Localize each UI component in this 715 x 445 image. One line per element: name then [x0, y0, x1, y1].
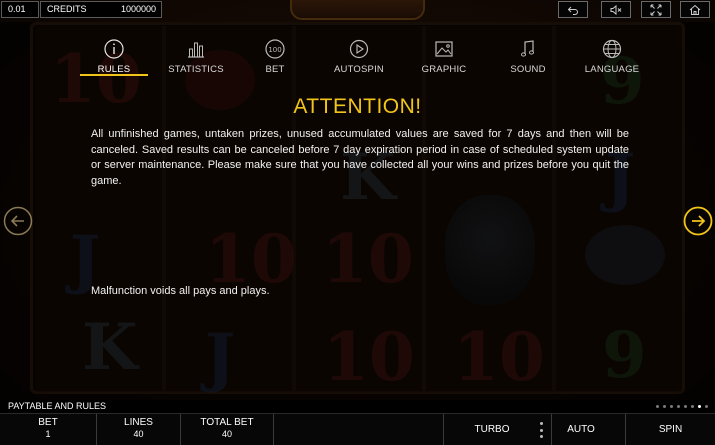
- arrow-left-icon: [3, 206, 33, 236]
- page-dot[interactable]: [698, 405, 701, 408]
- bet-value: 1: [45, 429, 51, 439]
- back-button[interactable]: [558, 1, 588, 18]
- turbo-button[interactable]: TURBO: [444, 414, 540, 445]
- bottom-panel: BET 1 LINES 40 TOTAL BET 40 TURBO AUTO S…: [0, 413, 715, 445]
- more-options-icon[interactable]: [540, 422, 544, 438]
- page-dot[interactable]: [684, 405, 687, 408]
- tab-graphic[interactable]: GRAPHIC: [404, 38, 484, 75]
- mute-icon: [610, 4, 622, 15]
- stake-display: 0.01: [1, 1, 39, 18]
- active-tab-indicator: [80, 74, 148, 76]
- tab-sound[interactable]: SOUND: [488, 38, 568, 75]
- tab-label: LANGUAGE: [584, 64, 640, 75]
- page-dot[interactable]: [670, 405, 673, 408]
- tab-label: SOUND: [510, 64, 546, 75]
- tab-label: BET: [265, 64, 285, 75]
- bet-label: BET: [38, 417, 58, 428]
- info-icon: [104, 39, 124, 59]
- mute-button[interactable]: [601, 1, 631, 18]
- auto-button[interactable]: AUTO: [552, 414, 610, 445]
- top-bar: 0.01 CREDITS 1000000: [0, 0, 715, 20]
- credits-display: CREDITS 1000000: [40, 1, 162, 18]
- total-bet-label: TOTAL BET: [200, 417, 254, 428]
- tab-statistics[interactable]: STATISTICS: [156, 38, 236, 75]
- divider: [273, 414, 274, 445]
- page-dot[interactable]: [663, 405, 666, 408]
- page-dot[interactable]: [691, 405, 694, 408]
- paytable-title: PAYTABLE AND RULES: [8, 401, 107, 411]
- lines-display[interactable]: LINES 40: [97, 414, 180, 445]
- arrow-right-icon: [683, 206, 713, 236]
- coin-100-icon: 100: [265, 39, 285, 59]
- attention-heading: ATTENTION!: [293, 95, 422, 118]
- total-bet-display: TOTAL BET 40: [181, 414, 273, 445]
- previous-page-button[interactable]: [3, 206, 33, 236]
- back-icon: [567, 6, 578, 15]
- credits-value: 1000000: [120, 4, 156, 14]
- tab-label: STATISTICS: [168, 64, 224, 75]
- credits-label: CREDITS: [47, 4, 87, 14]
- tab-language[interactable]: LANGUAGE: [572, 38, 652, 75]
- next-page-button[interactable]: [683, 206, 713, 236]
- svg-text:100: 100: [268, 46, 281, 54]
- page-dot[interactable]: [656, 405, 659, 408]
- fullscreen-icon: [650, 4, 662, 15]
- home-icon: [689, 4, 701, 15]
- tab-label: AUTOSPIN: [334, 64, 384, 75]
- lines-label: LINES: [124, 417, 153, 428]
- home-button[interactable]: [680, 1, 710, 18]
- page-dot[interactable]: [677, 405, 680, 408]
- fullscreen-button[interactable]: [641, 1, 671, 18]
- total-bet-value: 40: [221, 429, 232, 439]
- tab-autospin[interactable]: AUTOSPIN: [319, 38, 399, 75]
- lines-value: 40: [133, 429, 144, 439]
- saved-games-notice: All unfinished games, untaken prizes, un…: [91, 128, 629, 187]
- malfunction-notice: Malfunction voids all pays and plays.: [91, 285, 270, 297]
- paytable-rules-bar: PAYTABLE AND RULES: [0, 400, 715, 413]
- music-note-icon: [521, 40, 534, 57]
- tab-rules[interactable]: RULES: [74, 38, 154, 75]
- tab-label: GRAPHIC: [421, 64, 467, 75]
- tab-bet[interactable]: 100 BET: [235, 38, 315, 75]
- spin-button[interactable]: SPIN: [626, 414, 715, 445]
- overlay-dim: [0, 22, 715, 400]
- bar-chart-icon: [188, 42, 204, 58]
- autoplay-icon: [349, 39, 369, 59]
- page-dot[interactable]: [705, 405, 708, 408]
- bet-display[interactable]: BET 1: [0, 414, 96, 445]
- page-indicator: [656, 405, 708, 408]
- image-icon: [435, 41, 453, 57]
- globe-icon: [602, 39, 622, 59]
